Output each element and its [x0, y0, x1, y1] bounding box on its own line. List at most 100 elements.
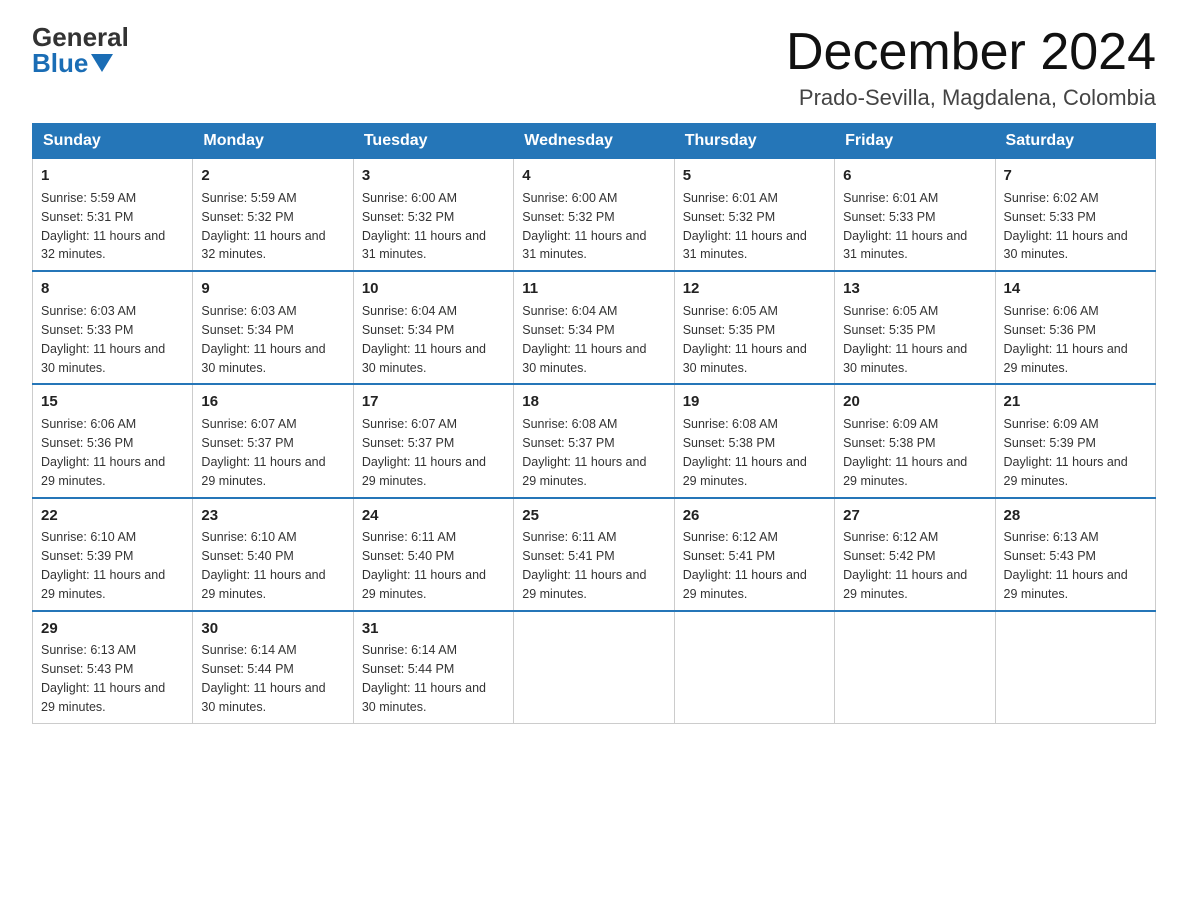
header-row: SundayMondayTuesdayWednesdayThursdayFrid…	[33, 124, 1156, 159]
page: General Blue December 2024 Prado-Sevilla…	[0, 0, 1188, 748]
calendar-cell: 14 Sunrise: 6:06 AMSunset: 5:36 PMDayligh…	[995, 271, 1155, 384]
calendar-cell: 26 Sunrise: 6:12 AMSunset: 5:41 PMDayligh…	[674, 498, 834, 611]
day-number: 31	[362, 618, 505, 640]
day-number: 30	[201, 618, 344, 640]
day-header-sunday: Sunday	[33, 124, 193, 159]
calendar-cell: 17 Sunrise: 6:07 AMSunset: 5:37 PMDayligh…	[353, 384, 513, 497]
logo-arrow-icon	[91, 54, 113, 72]
day-info: Sunrise: 6:08 AMSunset: 5:38 PMDaylight:…	[683, 417, 807, 488]
day-info: Sunrise: 6:11 AMSunset: 5:40 PMDaylight:…	[362, 530, 486, 601]
day-number: 28	[1004, 505, 1147, 527]
day-info: Sunrise: 5:59 AMSunset: 5:31 PMDaylight:…	[41, 191, 165, 262]
day-info: Sunrise: 6:08 AMSunset: 5:37 PMDaylight:…	[522, 417, 646, 488]
day-number: 22	[41, 505, 184, 527]
day-number: 25	[522, 505, 665, 527]
calendar-cell: 21 Sunrise: 6:09 AMSunset: 5:39 PMDayligh…	[995, 384, 1155, 497]
day-number: 11	[522, 278, 665, 300]
day-number: 5	[683, 165, 826, 187]
day-info: Sunrise: 6:05 AMSunset: 5:35 PMDaylight:…	[683, 304, 807, 375]
week-row: 15Sunrise: 6:06 AMSunset: 5:36 PMDayligh…	[33, 384, 1156, 497]
day-info: Sunrise: 6:01 AMSunset: 5:33 PMDaylight:…	[843, 191, 967, 262]
day-number: 24	[362, 505, 505, 527]
calendar-cell: 23 Sunrise: 6:10 AMSunset: 5:40 PMDayligh…	[193, 498, 353, 611]
day-number: 29	[41, 618, 184, 640]
header: General Blue December 2024 Prado-Sevilla…	[32, 24, 1156, 111]
day-info: Sunrise: 6:14 AMSunset: 5:44 PMDaylight:…	[362, 643, 486, 714]
calendar-cell: 24 Sunrise: 6:11 AMSunset: 5:40 PMDayligh…	[353, 498, 513, 611]
calendar-cell: 29 Sunrise: 6:13 AMSunset: 5:43 PMDayligh…	[33, 611, 193, 724]
day-info: Sunrise: 6:12 AMSunset: 5:42 PMDaylight:…	[843, 530, 967, 601]
day-number: 19	[683, 391, 826, 413]
day-info: Sunrise: 6:14 AMSunset: 5:44 PMDaylight:…	[201, 643, 325, 714]
day-info: Sunrise: 6:06 AMSunset: 5:36 PMDaylight:…	[1004, 304, 1128, 375]
day-info: Sunrise: 6:09 AMSunset: 5:39 PMDaylight:…	[1004, 417, 1128, 488]
calendar-cell: 20Sunrise: 6:09 AMSunset: 5:38 PMDayligh…	[835, 384, 995, 497]
day-header-thursday: Thursday	[674, 124, 834, 159]
day-number: 12	[683, 278, 826, 300]
calendar-cell: 28Sunrise: 6:13 AMSunset: 5:43 PMDayligh…	[995, 498, 1155, 611]
calendar-cell: 27 Sunrise: 6:12 AMSunset: 5:42 PMDayligh…	[835, 498, 995, 611]
calendar-cell: 10Sunrise: 6:04 AMSunset: 5:34 PMDayligh…	[353, 271, 513, 384]
day-number: 9	[201, 278, 344, 300]
calendar-cell: 13Sunrise: 6:05 AMSunset: 5:35 PMDayligh…	[835, 271, 995, 384]
title-block: December 2024 Prado-Sevilla, Magdalena, …	[786, 24, 1156, 111]
calendar-cell: 4 Sunrise: 6:00 AMSunset: 5:32 PMDaylight…	[514, 159, 674, 272]
calendar-cell	[835, 611, 995, 724]
calendar-cell: 3Sunrise: 6:00 AMSunset: 5:32 PMDaylight…	[353, 159, 513, 272]
day-info: Sunrise: 6:03 AMSunset: 5:33 PMDaylight:…	[41, 304, 165, 375]
day-number: 27	[843, 505, 986, 527]
day-number: 26	[683, 505, 826, 527]
day-info: Sunrise: 6:10 AMSunset: 5:40 PMDaylight:…	[201, 530, 325, 601]
day-number: 2	[201, 165, 344, 187]
day-header-monday: Monday	[193, 124, 353, 159]
day-info: Sunrise: 6:02 AMSunset: 5:33 PMDaylight:…	[1004, 191, 1128, 262]
logo-general-text: General	[32, 24, 129, 50]
logo-blue-text: Blue	[32, 50, 88, 76]
day-number: 21	[1004, 391, 1147, 413]
calendar-cell: 11Sunrise: 6:04 AMSunset: 5:34 PMDayligh…	[514, 271, 674, 384]
calendar-cell: 9 Sunrise: 6:03 AMSunset: 5:34 PMDaylight…	[193, 271, 353, 384]
day-number: 4	[522, 165, 665, 187]
day-number: 8	[41, 278, 184, 300]
week-row: 22Sunrise: 6:10 AMSunset: 5:39 PMDayligh…	[33, 498, 1156, 611]
day-number: 18	[522, 391, 665, 413]
calendar-title: December 2024	[786, 24, 1156, 81]
week-row: 8 Sunrise: 6:03 AMSunset: 5:33 PMDaylight…	[33, 271, 1156, 384]
day-info: Sunrise: 6:12 AMSunset: 5:41 PMDaylight:…	[683, 530, 807, 601]
day-number: 17	[362, 391, 505, 413]
day-info: Sunrise: 6:00 AMSunset: 5:32 PMDaylight:…	[522, 191, 646, 262]
calendar-cell: 18 Sunrise: 6:08 AMSunset: 5:37 PMDayligh…	[514, 384, 674, 497]
calendar-cell: 30 Sunrise: 6:14 AMSunset: 5:44 PMDayligh…	[193, 611, 353, 724]
calendar-cell: 1 Sunrise: 5:59 AMSunset: 5:31 PMDaylight…	[33, 159, 193, 272]
calendar-cell: 5 Sunrise: 6:01 AMSunset: 5:32 PMDaylight…	[674, 159, 834, 272]
day-info: Sunrise: 6:03 AMSunset: 5:34 PMDaylight:…	[201, 304, 325, 375]
day-info: Sunrise: 6:13 AMSunset: 5:43 PMDaylight:…	[41, 643, 165, 714]
calendar-cell: 7 Sunrise: 6:02 AMSunset: 5:33 PMDaylight…	[995, 159, 1155, 272]
week-row: 29 Sunrise: 6:13 AMSunset: 5:43 PMDayligh…	[33, 611, 1156, 724]
day-header-tuesday: Tuesday	[353, 124, 513, 159]
calendar-cell: 15Sunrise: 6:06 AMSunset: 5:36 PMDayligh…	[33, 384, 193, 497]
logo: General Blue	[32, 24, 129, 76]
day-info: Sunrise: 6:05 AMSunset: 5:35 PMDaylight:…	[843, 304, 967, 375]
day-number: 23	[201, 505, 344, 527]
calendar-cell: 6Sunrise: 6:01 AMSunset: 5:33 PMDaylight…	[835, 159, 995, 272]
day-info: Sunrise: 6:01 AMSunset: 5:32 PMDaylight:…	[683, 191, 807, 262]
calendar-cell: 8 Sunrise: 6:03 AMSunset: 5:33 PMDaylight…	[33, 271, 193, 384]
day-info: Sunrise: 6:07 AMSunset: 5:37 PMDaylight:…	[201, 417, 325, 488]
day-info: Sunrise: 6:07 AMSunset: 5:37 PMDaylight:…	[362, 417, 486, 488]
calendar-cell	[514, 611, 674, 724]
day-info: Sunrise: 6:00 AMSunset: 5:32 PMDaylight:…	[362, 191, 486, 262]
day-info: Sunrise: 6:11 AMSunset: 5:41 PMDaylight:…	[522, 530, 646, 601]
day-info: Sunrise: 6:06 AMSunset: 5:36 PMDaylight:…	[41, 417, 165, 488]
day-info: Sunrise: 6:09 AMSunset: 5:38 PMDaylight:…	[843, 417, 967, 488]
day-header-friday: Friday	[835, 124, 995, 159]
day-number: 7	[1004, 165, 1147, 187]
calendar-cell: 25 Sunrise: 6:11 AMSunset: 5:41 PMDayligh…	[514, 498, 674, 611]
calendar-cell	[995, 611, 1155, 724]
day-number: 14	[1004, 278, 1147, 300]
calendar-cell: 19 Sunrise: 6:08 AMSunset: 5:38 PMDayligh…	[674, 384, 834, 497]
day-info: Sunrise: 5:59 AMSunset: 5:32 PMDaylight:…	[201, 191, 325, 262]
day-number: 1	[41, 165, 184, 187]
calendar-table: SundayMondayTuesdayWednesdayThursdayFrid…	[32, 123, 1156, 724]
calendar-cell: 16Sunrise: 6:07 AMSunset: 5:37 PMDayligh…	[193, 384, 353, 497]
